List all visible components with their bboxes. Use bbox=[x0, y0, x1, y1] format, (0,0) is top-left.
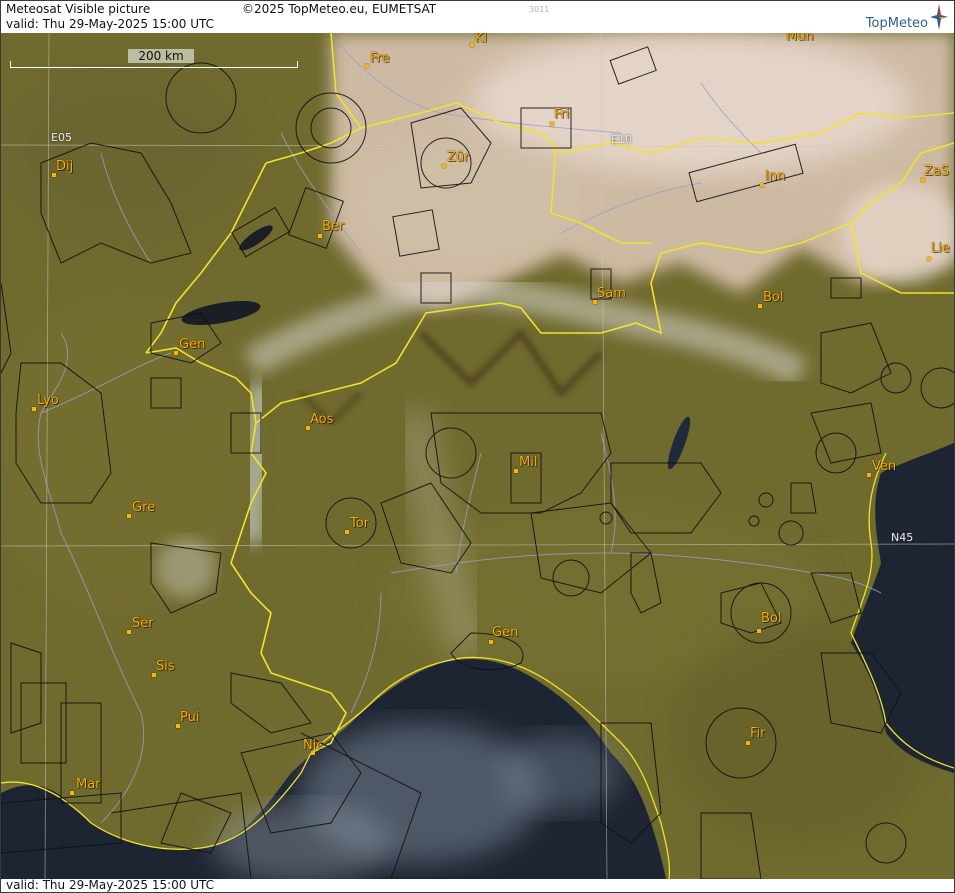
grid-label-e05: E05 bbox=[51, 131, 72, 144]
grid-label-e10: E10 bbox=[611, 133, 632, 146]
image-code: 3011 bbox=[529, 5, 550, 14]
city-marker bbox=[318, 234, 322, 238]
valid-time: valid: Thu 29-May-2025 15:00 UTC bbox=[6, 17, 215, 31]
city-label-inn: Inn bbox=[765, 169, 786, 184]
page-title: Meteosat Visible picture bbox=[6, 2, 151, 16]
city-label-tor: Tor bbox=[350, 516, 370, 531]
city-marker bbox=[489, 640, 493, 644]
footer-valid-time: valid: Thu 29-May-2025 15:00 UTC bbox=[6, 878, 215, 892]
city-marker bbox=[32, 407, 36, 411]
footer: valid: Thu 29-May-2025 15:00 UTC bbox=[1, 878, 954, 892]
city-marker bbox=[127, 630, 131, 634]
city-label-ser: Ser bbox=[132, 616, 154, 631]
city-label-fre: Fre bbox=[370, 51, 390, 66]
copyright-text: ©2025 TopMeteo.eu, EUMETSAT bbox=[242, 2, 437, 16]
city-marker bbox=[345, 530, 349, 534]
city-label-fir: Fir bbox=[750, 726, 766, 741]
city-marker bbox=[365, 64, 369, 68]
brand-logo-text: TopMeteo bbox=[865, 16, 928, 31]
city-label-kl: Kl bbox=[475, 33, 488, 46]
city-label-lyo: Lyo bbox=[37, 393, 59, 408]
city-marker bbox=[758, 304, 762, 308]
city-marker bbox=[927, 257, 931, 261]
city-label-nic: Nic bbox=[303, 738, 324, 753]
city-label-bol-south: Bol bbox=[761, 611, 782, 626]
city-label-pui: Pui bbox=[180, 710, 200, 725]
city-label-ven: Ven bbox=[872, 459, 897, 474]
city-marker bbox=[70, 791, 74, 795]
city-label-gen-genoa: Gen bbox=[492, 625, 519, 640]
city-label-dij: Dij bbox=[56, 159, 74, 174]
compass-logo-icon bbox=[930, 4, 948, 30]
city-label-lie: Lie bbox=[931, 241, 950, 256]
header: Meteosat Visible picture valid: Thu 29-M… bbox=[1, 1, 954, 33]
city-label-ber: Ber bbox=[322, 219, 345, 234]
scale-bar-label: 200 km bbox=[128, 49, 194, 63]
grid-label-n45: N45 bbox=[891, 531, 914, 544]
city-marker bbox=[746, 741, 750, 745]
city-marker bbox=[550, 122, 554, 126]
city-label-gen-geneva: Gen bbox=[179, 337, 206, 352]
city-marker bbox=[127, 514, 131, 518]
city-label-mar: Mar bbox=[76, 777, 101, 792]
city-label-zas: ZaS bbox=[924, 164, 950, 179]
scale-bar: 200 km bbox=[10, 49, 298, 69]
city-label-aos: Aos bbox=[310, 412, 334, 427]
city-label-zur: Zür bbox=[447, 150, 470, 165]
map-window: Meteosat Visible picture valid: Thu 29-M… bbox=[0, 0, 955, 893]
city-marker bbox=[757, 629, 761, 633]
city-marker bbox=[867, 473, 871, 477]
city-label-sam: Sam bbox=[597, 286, 626, 301]
city-marker bbox=[174, 351, 178, 355]
map-background bbox=[1, 33, 954, 879]
city-label-fri: Fri bbox=[554, 107, 570, 122]
city-label-bol-north: Bol bbox=[763, 290, 784, 305]
city-label-mil: Mil bbox=[519, 455, 538, 470]
city-marker bbox=[470, 43, 474, 47]
city-label-gre: Gre bbox=[132, 500, 156, 515]
city-label-sis: Sis bbox=[156, 659, 175, 674]
city-marker bbox=[514, 469, 518, 473]
city-marker bbox=[760, 183, 764, 187]
city-label-mun: Mun bbox=[786, 33, 814, 44]
city-marker bbox=[442, 164, 446, 168]
satellite-map: 200 km E05 E10 N45 Fre Kl Mun Fri Zür Di… bbox=[1, 33, 954, 879]
